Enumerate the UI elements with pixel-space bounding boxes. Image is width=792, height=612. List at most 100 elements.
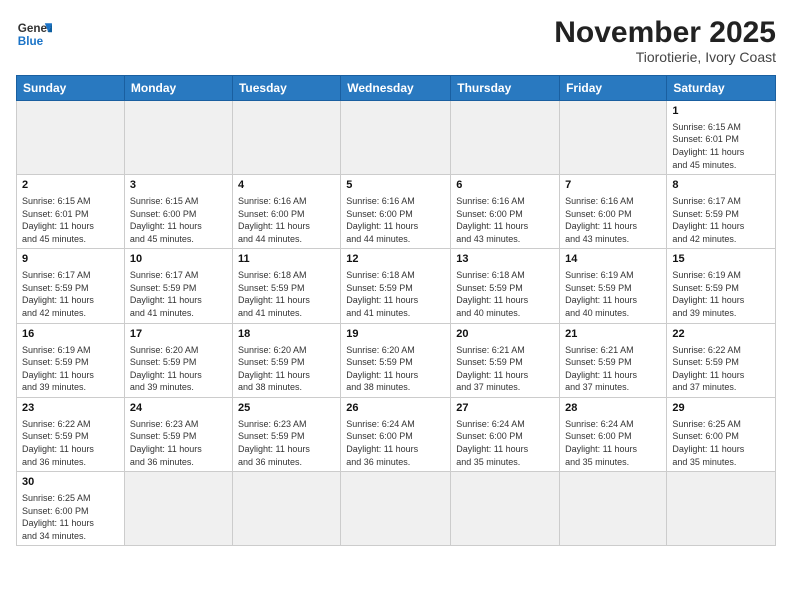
calendar-cell-4-0: 23 Sunrise: 6:22 AM Sunset: 5:59 PM Dayli… bbox=[17, 397, 125, 471]
day-info: Sunrise: 6:19 AM Sunset: 5:59 PM Dayligh… bbox=[22, 344, 119, 394]
calendar-cell-3-4: 20Sunrise: 6:21 AM Sunset: 5:59 PM Dayli… bbox=[451, 323, 560, 397]
day-number: 16 bbox=[22, 327, 119, 342]
calendar-cell-4-5: 28 Sunrise: 6:24 AM Sunset: 6:00 PM Dayli… bbox=[560, 397, 667, 471]
title-block: November 2025 Tiorotierie, Ivory Coast bbox=[554, 16, 776, 65]
calendar-cell-1-5: 7Sunrise: 6:16 AM Sunset: 6:00 PM Daylig… bbox=[560, 175, 667, 249]
day-number: 9 bbox=[22, 252, 119, 267]
calendar-cell-5-2 bbox=[232, 472, 340, 546]
day-number: 15 bbox=[672, 252, 770, 267]
calendar-cell-4-3: 26 Sunrise: 6:24 AM Sunset: 6:00 PM Dayli… bbox=[341, 397, 451, 471]
calendar-cell-2-1: 10Sunrise: 6:17 AM Sunset: 5:59 PM Dayli… bbox=[124, 249, 232, 323]
calendar-cell-5-6 bbox=[667, 472, 776, 546]
day-info: Sunrise: 6:16 AM Sunset: 6:00 PM Dayligh… bbox=[346, 195, 445, 245]
calendar-cell-5-5 bbox=[560, 472, 667, 546]
weekday-header-sunday: Sunday bbox=[17, 76, 125, 101]
header: General Blue November 2025 Tiorotierie, … bbox=[16, 16, 776, 65]
calendar-cell-1-0: 2 Sunrise: 6:15 AM Sunset: 6:01 PM Daylig… bbox=[17, 175, 125, 249]
week-row-5: 30Sunrise: 6:25 AM Sunset: 6:00 PM Dayli… bbox=[17, 472, 776, 546]
day-info: Sunrise: 6:24 AM Sunset: 6:00 PM Dayligh… bbox=[456, 418, 554, 468]
day-number: 1 bbox=[672, 104, 770, 119]
day-info: Sunrise: 6:22 AM Sunset: 5:59 PM Dayligh… bbox=[672, 344, 770, 394]
day-info: Sunrise: 6:16 AM Sunset: 6:00 PM Dayligh… bbox=[456, 195, 554, 245]
day-number: 13 bbox=[456, 252, 554, 267]
calendar-cell-0-0 bbox=[17, 101, 125, 175]
calendar-cell-5-3 bbox=[341, 472, 451, 546]
day-number: 18 bbox=[238, 327, 335, 342]
calendar-cell-0-1 bbox=[124, 101, 232, 175]
day-info: Sunrise: 6:20 AM Sunset: 5:59 PM Dayligh… bbox=[238, 344, 335, 394]
day-number: 20 bbox=[456, 327, 554, 342]
month-title: November 2025 bbox=[554, 16, 776, 49]
day-info: Sunrise: 6:21 AM Sunset: 5:59 PM Dayligh… bbox=[565, 344, 661, 394]
calendar-cell-0-5 bbox=[560, 101, 667, 175]
day-info: Sunrise: 6:24 AM Sunset: 6:00 PM Dayligh… bbox=[565, 418, 661, 468]
calendar-cell-2-5: 14Sunrise: 6:19 AM Sunset: 5:59 PM Dayli… bbox=[560, 249, 667, 323]
calendar-cell-0-6: 1 Sunrise: 6:15 AM Sunset: 6:01 PM Daylig… bbox=[667, 101, 776, 175]
day-number: 25 bbox=[238, 401, 335, 416]
calendar-cell-0-4 bbox=[451, 101, 560, 175]
day-info: Sunrise: 6:24 AM Sunset: 6:00 PM Dayligh… bbox=[346, 418, 445, 468]
day-info: Sunrise: 6:22 AM Sunset: 5:59 PM Dayligh… bbox=[22, 418, 119, 468]
calendar-cell-3-2: 18 Sunrise: 6:20 AM Sunset: 5:59 PM Dayli… bbox=[232, 323, 340, 397]
day-number: 3 bbox=[130, 178, 227, 193]
calendar-cell-5-1 bbox=[124, 472, 232, 546]
calendar-cell-4-2: 25 Sunrise: 6:23 AM Sunset: 5:59 PM Dayli… bbox=[232, 397, 340, 471]
day-number: 11 bbox=[238, 252, 335, 267]
calendar-cell-5-4 bbox=[451, 472, 560, 546]
calendar: SundayMondayTuesdayWednesdayThursdayFrid… bbox=[16, 75, 776, 546]
calendar-cell-2-4: 13 Sunrise: 6:18 AM Sunset: 5:59 PM Dayli… bbox=[451, 249, 560, 323]
calendar-cell-1-1: 3 Sunrise: 6:15 AM Sunset: 6:00 PM Daylig… bbox=[124, 175, 232, 249]
day-number: 17 bbox=[130, 327, 227, 342]
day-info: Sunrise: 6:18 AM Sunset: 5:59 PM Dayligh… bbox=[456, 269, 554, 319]
weekday-header-saturday: Saturday bbox=[667, 76, 776, 101]
calendar-cell-3-3: 19Sunrise: 6:20 AM Sunset: 5:59 PM Dayli… bbox=[341, 323, 451, 397]
day-number: 26 bbox=[346, 401, 445, 416]
calendar-cell-1-4: 6Sunrise: 6:16 AM Sunset: 6:00 PM Daylig… bbox=[451, 175, 560, 249]
day-info: Sunrise: 6:20 AM Sunset: 5:59 PM Dayligh… bbox=[346, 344, 445, 394]
calendar-cell-2-0: 9 Sunrise: 6:17 AM Sunset: 5:59 PM Daylig… bbox=[17, 249, 125, 323]
weekday-header-tuesday: Tuesday bbox=[232, 76, 340, 101]
week-row-1: 2 Sunrise: 6:15 AM Sunset: 6:01 PM Daylig… bbox=[17, 175, 776, 249]
day-number: 24 bbox=[130, 401, 227, 416]
day-number: 2 bbox=[22, 178, 119, 193]
day-info: Sunrise: 6:23 AM Sunset: 5:59 PM Dayligh… bbox=[238, 418, 335, 468]
calendar-cell-0-2 bbox=[232, 101, 340, 175]
calendar-cell-3-0: 16 Sunrise: 6:19 AM Sunset: 5:59 PM Dayli… bbox=[17, 323, 125, 397]
day-number: 5 bbox=[346, 178, 445, 193]
day-info: Sunrise: 6:15 AM Sunset: 6:01 PM Dayligh… bbox=[672, 121, 770, 171]
calendar-cell-0-3 bbox=[341, 101, 451, 175]
day-info: Sunrise: 6:19 AM Sunset: 5:59 PM Dayligh… bbox=[672, 269, 770, 319]
calendar-cell-4-1: 24 Sunrise: 6:23 AM Sunset: 5:59 PM Dayli… bbox=[124, 397, 232, 471]
day-info: Sunrise: 6:18 AM Sunset: 5:59 PM Dayligh… bbox=[238, 269, 335, 319]
day-info: Sunrise: 6:17 AM Sunset: 5:59 PM Dayligh… bbox=[672, 195, 770, 245]
day-info: Sunrise: 6:17 AM Sunset: 5:59 PM Dayligh… bbox=[22, 269, 119, 319]
day-number: 23 bbox=[22, 401, 119, 416]
day-number: 4 bbox=[238, 178, 335, 193]
calendar-cell-3-6: 22 Sunrise: 6:22 AM Sunset: 5:59 PM Dayli… bbox=[667, 323, 776, 397]
calendar-cell-3-1: 17 Sunrise: 6:20 AM Sunset: 5:59 PM Dayli… bbox=[124, 323, 232, 397]
weekday-header-friday: Friday bbox=[560, 76, 667, 101]
calendar-cell-4-4: 27Sunrise: 6:24 AM Sunset: 6:00 PM Dayli… bbox=[451, 397, 560, 471]
day-number: 21 bbox=[565, 327, 661, 342]
calendar-cell-1-6: 8 Sunrise: 6:17 AM Sunset: 5:59 PM Daylig… bbox=[667, 175, 776, 249]
day-info: Sunrise: 6:16 AM Sunset: 6:00 PM Dayligh… bbox=[565, 195, 661, 245]
week-row-4: 23 Sunrise: 6:22 AM Sunset: 5:59 PM Dayli… bbox=[17, 397, 776, 471]
week-row-3: 16 Sunrise: 6:19 AM Sunset: 5:59 PM Dayli… bbox=[17, 323, 776, 397]
calendar-cell-3-5: 21 Sunrise: 6:21 AM Sunset: 5:59 PM Dayli… bbox=[560, 323, 667, 397]
day-number: 14 bbox=[565, 252, 661, 267]
calendar-cell-2-2: 11 Sunrise: 6:18 AM Sunset: 5:59 PM Dayli… bbox=[232, 249, 340, 323]
day-number: 8 bbox=[672, 178, 770, 193]
day-info: Sunrise: 6:25 AM Sunset: 6:00 PM Dayligh… bbox=[672, 418, 770, 468]
day-info: Sunrise: 6:15 AM Sunset: 6:00 PM Dayligh… bbox=[130, 195, 227, 245]
day-number: 22 bbox=[672, 327, 770, 342]
weekday-header-wednesday: Wednesday bbox=[341, 76, 451, 101]
logo: General Blue bbox=[16, 16, 52, 52]
day-info: Sunrise: 6:23 AM Sunset: 5:59 PM Dayligh… bbox=[130, 418, 227, 468]
day-info: Sunrise: 6:20 AM Sunset: 5:59 PM Dayligh… bbox=[130, 344, 227, 394]
calendar-cell-1-2: 4Sunrise: 6:16 AM Sunset: 6:00 PM Daylig… bbox=[232, 175, 340, 249]
day-info: Sunrise: 6:18 AM Sunset: 5:59 PM Dayligh… bbox=[346, 269, 445, 319]
week-row-2: 9 Sunrise: 6:17 AM Sunset: 5:59 PM Daylig… bbox=[17, 249, 776, 323]
day-info: Sunrise: 6:15 AM Sunset: 6:01 PM Dayligh… bbox=[22, 195, 119, 245]
calendar-cell-5-0: 30Sunrise: 6:25 AM Sunset: 6:00 PM Dayli… bbox=[17, 472, 125, 546]
day-number: 28 bbox=[565, 401, 661, 416]
